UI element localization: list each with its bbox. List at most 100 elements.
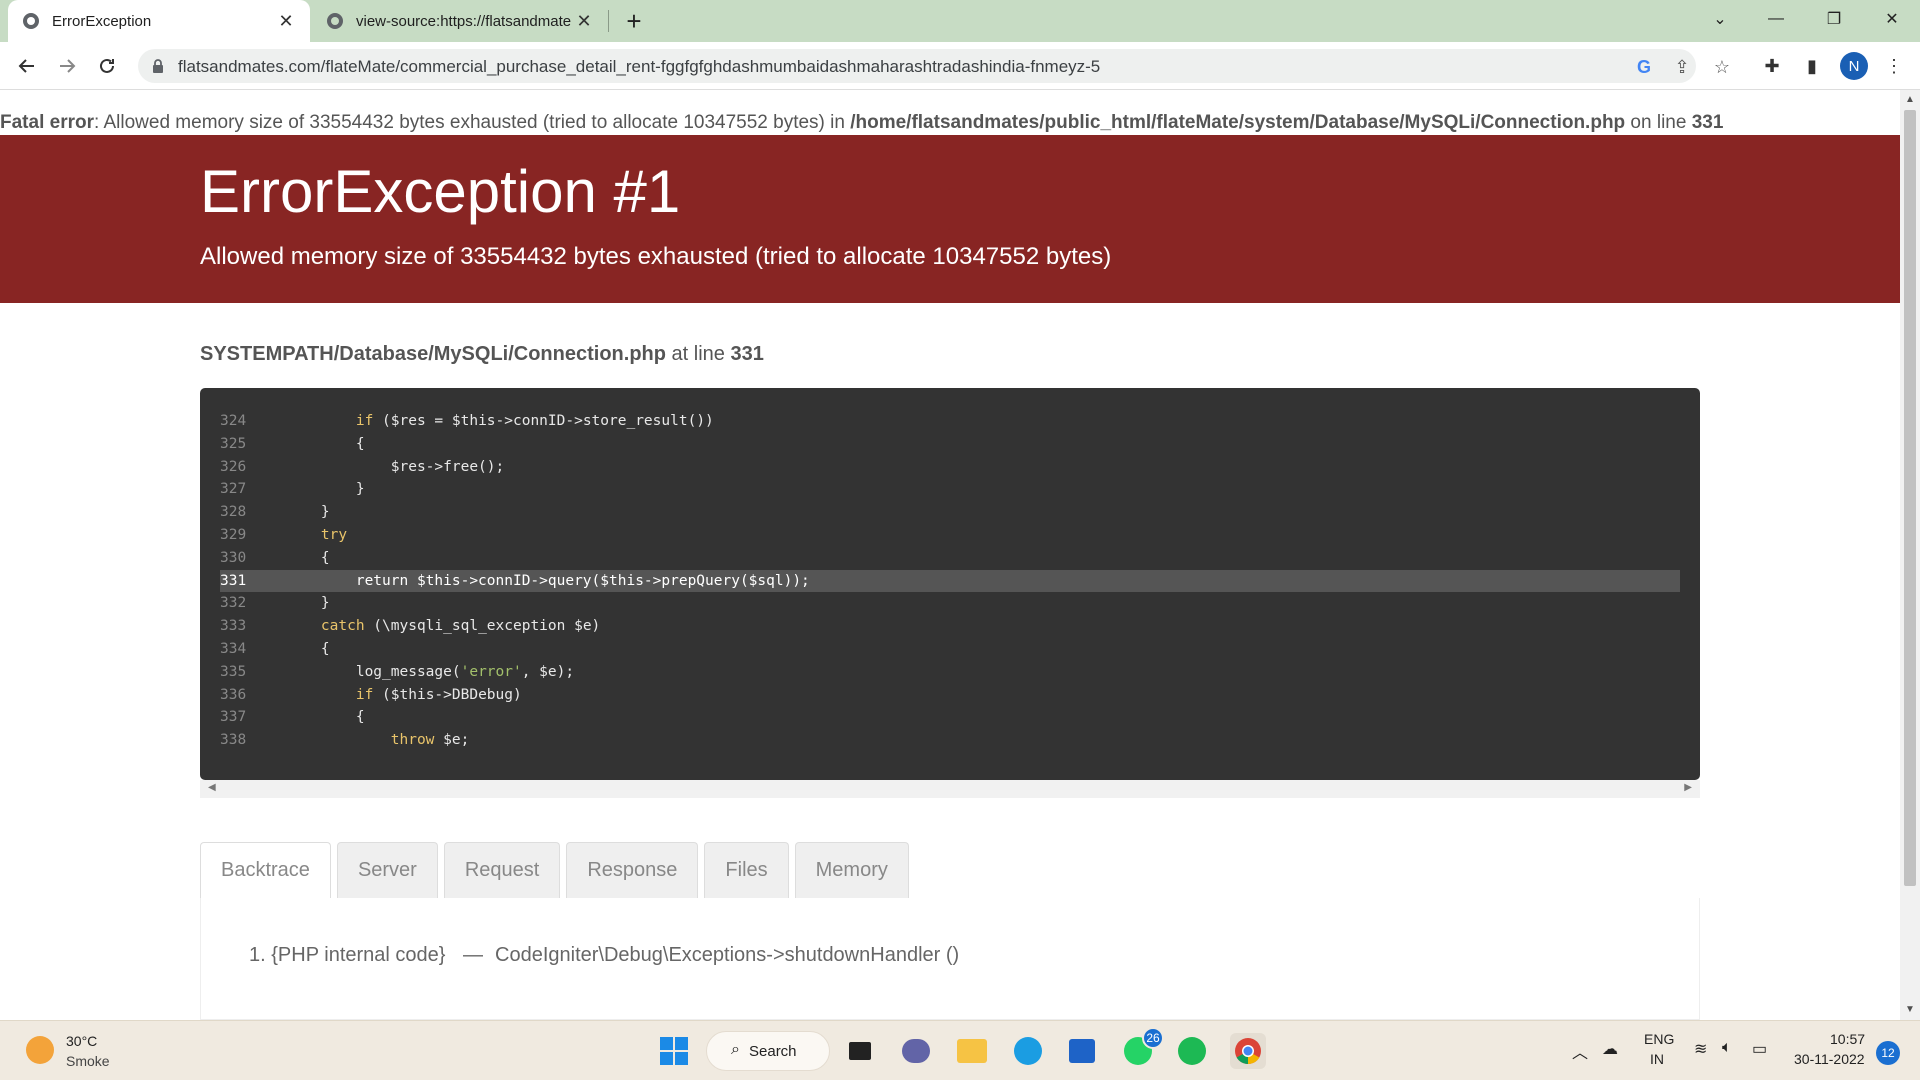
language-region[interactable]: IN (1650, 1051, 1664, 1067)
code-line-number: 332 (220, 595, 247, 612)
code-line-number: 324 (220, 413, 247, 429)
code-line: 328 } (200, 501, 1700, 524)
windows-logo-icon (660, 1037, 688, 1065)
show-hidden-icons-chevron[interactable]: ︿ (1572, 1039, 1588, 1063)
minimize-button[interactable]: — (1756, 4, 1796, 34)
tab-request[interactable]: Request (443, 842, 561, 898)
code-line-number: 334 (220, 640, 247, 657)
clock-time[interactable]: 10:57 (1830, 1031, 1865, 1047)
source-location: SYSTEMPATH/Database/MySQLi/Connection.ph… (200, 343, 764, 366)
forward-button[interactable] (52, 51, 82, 81)
code-horizontal-scrollbar[interactable]: ◀ ▶ (200, 780, 1700, 798)
language-code[interactable]: ENG (1644, 1031, 1674, 1047)
share-icon[interactable]: ⇪ (1670, 55, 1694, 79)
code-line-number: 329 (220, 526, 247, 543)
restore-button[interactable]: ❐ (1814, 4, 1854, 34)
whatsapp-icon[interactable]: 26 (1120, 1027, 1164, 1069)
fatal-error-path: /home/flatsandmates/public_html/flateMat… (850, 112, 1626, 133)
code-line-text: { (286, 435, 365, 452)
wifi-icon[interactable]: ≋ (1694, 1039, 1707, 1059)
error-header: ErrorException #1 Allowed memory size of… (0, 135, 1900, 303)
edge-browser-icon[interactable] (1010, 1033, 1046, 1069)
tab-files[interactable]: Files (704, 842, 789, 898)
chrome-icon[interactable] (1230, 1033, 1266, 1069)
tab-backtrace[interactable]: Backtrace (200, 842, 331, 898)
tab-server[interactable]: Server (336, 842, 438, 898)
tab-view-source[interactable]: view-source:https://flatsandmate ✕ (312, 0, 608, 42)
battery-icon[interactable]: ▭ (1752, 1039, 1767, 1059)
task-view-icon[interactable] (842, 1033, 878, 1069)
scroll-up-icon[interactable]: ▲ (1904, 94, 1916, 106)
backtrace-separator: — (463, 944, 484, 966)
forward-arrow-icon (60, 59, 76, 73)
clock-date[interactable]: 30-11-2022 (1794, 1051, 1865, 1067)
code-line-text: log_message('error', $e); (286, 663, 575, 680)
scrollbar-thumb[interactable] (1904, 110, 1916, 886)
code-line-number: 337 (220, 709, 247, 726)
code-line-number: 330 (220, 549, 247, 566)
teams-chat-icon[interactable] (898, 1033, 934, 1069)
source-at-line-text: at line (665, 343, 731, 365)
side-panel-icon[interactable]: ▮ (1798, 52, 1826, 80)
page-vertical-scrollbar[interactable]: ▲ ▼ (1900, 90, 1920, 1020)
page-title: ErrorException #1 (200, 158, 681, 225)
backtrace-item: 1. {PHP internal code} — CodeIgniter\Debu… (249, 944, 959, 967)
backtrace-index: 1. (249, 944, 266, 966)
chrome-logo-icon (1235, 1038, 1261, 1065)
back-arrow-icon (18, 59, 34, 73)
scroll-left-icon[interactable]: ◀ (208, 782, 216, 793)
microsoft-store-icon[interactable] (1064, 1033, 1100, 1069)
code-line: 333 catch (\mysqli_sql_exception $e) (200, 615, 1700, 638)
code-line-number: 325 (220, 435, 247, 452)
onedrive-cloud-icon[interactable]: ☁ (1602, 1039, 1618, 1059)
back-button[interactable] (12, 51, 42, 81)
source-line-number: 331 (730, 343, 764, 365)
lock-icon[interactable] (150, 58, 166, 74)
fatal-error-line: Fatal error: Allowed memory size of 3355… (0, 112, 1723, 134)
code-line-text: } (286, 504, 330, 521)
start-button[interactable] (656, 1033, 692, 1069)
code-line-text: if ($res = $this->connID->store_result()… (355, 413, 714, 429)
code-line-number: 327 (220, 481, 247, 498)
address-bar[interactable]: flatsandmates.com/flateMate/commercial_p… (138, 49, 1730, 83)
reload-button[interactable] (92, 51, 122, 81)
weather-temperature[interactable]: 30°C (66, 1033, 97, 1049)
weather-haze-icon[interactable] (26, 1036, 54, 1064)
code-line: 337 { (200, 706, 1700, 729)
close-window-button[interactable]: ✕ (1872, 4, 1912, 34)
tab-title: view-source:https://flatsandmate (356, 12, 572, 30)
taskbar-search[interactable]: ⌕ Search (706, 1031, 830, 1071)
notification-count-badge[interactable]: 12 (1876, 1041, 1900, 1065)
code-line-text: return $this->connID->query($this->prepQ… (286, 572, 810, 589)
code-line-text: } (286, 595, 330, 612)
scroll-down-icon[interactable]: ▼ (1904, 1004, 1916, 1016)
windows-taskbar: 30°C Smoke ⌕ Search 26 ︿ ☁ ENG IN ≋ 🔈︎ ▭… (0, 1020, 1920, 1080)
google-translate-icon[interactable]: G (1632, 55, 1656, 79)
extensions-puzzle-icon[interactable]: ✚ (1758, 52, 1786, 80)
file-explorer-icon[interactable] (954, 1033, 990, 1069)
close-icon[interactable]: ✕ (276, 11, 296, 31)
tab-search-chevron-icon[interactable]: ⌄ (1700, 4, 1740, 34)
fatal-error-label: Fatal error (0, 112, 94, 133)
code-line: 324 if ($res = $this->connID->store_resu… (200, 410, 1700, 433)
bookmark-star-icon[interactable]: ☆ (1710, 55, 1734, 79)
scroll-right-icon[interactable]: ▶ (1684, 782, 1692, 793)
tab-error-exception[interactable]: ErrorException ✕ (8, 0, 310, 42)
backtrace-panel: 1. {PHP internal code} — CodeIgniter\Debu… (200, 898, 1700, 1020)
profile-avatar[interactable]: N (1840, 52, 1868, 80)
tab-memory[interactable]: Memory (794, 842, 909, 898)
url-text[interactable]: flatsandmates.com/flateMate/commercial_p… (178, 57, 1100, 77)
code-line: 335 log_message('error', $e); (200, 661, 1700, 684)
close-icon[interactable]: ✕ (574, 11, 594, 31)
spotify-icon[interactable] (1174, 1033, 1210, 1069)
fatal-line-number: 331 (1691, 112, 1724, 133)
code-line-text: { (286, 640, 330, 657)
code-snippet: 324 if ($res = $this->connID->store_resu… (200, 388, 1700, 780)
weather-description[interactable]: Smoke (66, 1053, 110, 1069)
tab-response[interactable]: Response (566, 842, 699, 898)
globe-icon (327, 13, 343, 29)
new-tab-button[interactable]: + (620, 8, 648, 36)
menu-kebab-icon[interactable]: ⋮ (1880, 52, 1908, 80)
browser-tab-strip: ErrorException ✕ view-source:https://fla… (0, 0, 1920, 42)
volume-icon[interactable]: 🔈︎ (1722, 1039, 1732, 1057)
